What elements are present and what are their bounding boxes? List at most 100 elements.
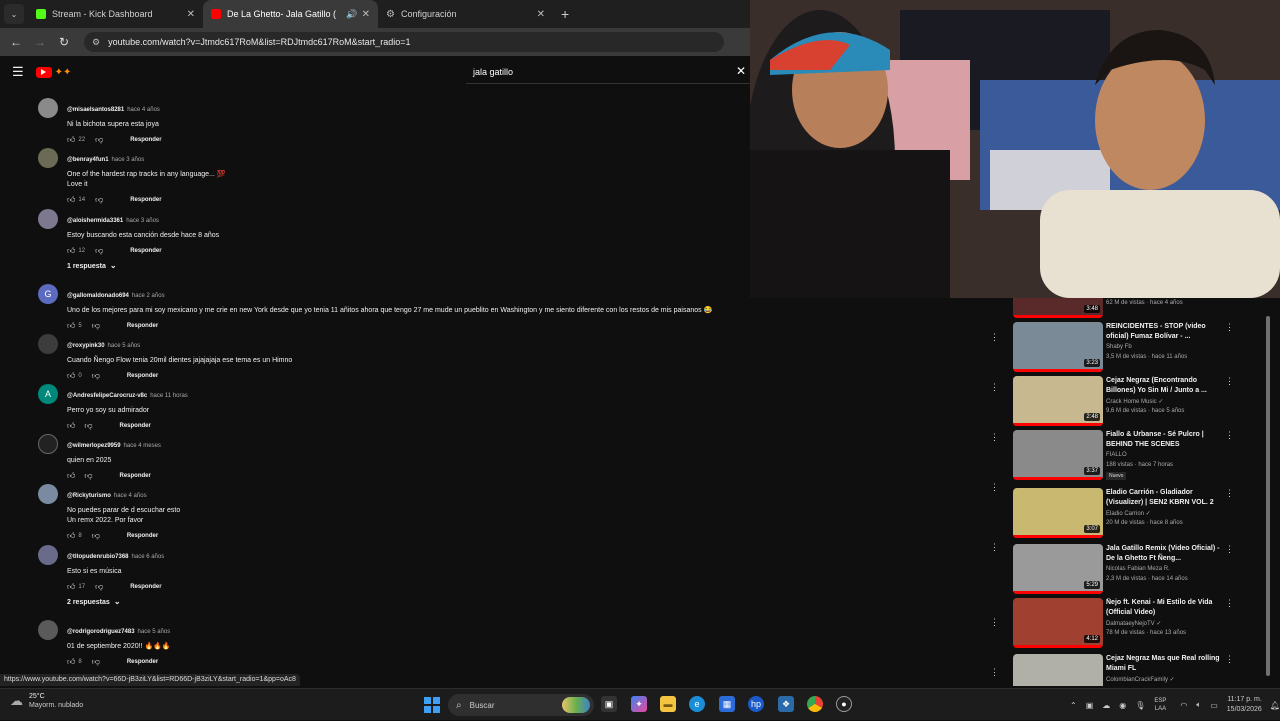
youtube-logo[interactable] bbox=[35, 66, 52, 78]
comment-time[interactable]: hace 5 años bbox=[108, 343, 141, 349]
comment-author[interactable]: @benray4fun1 bbox=[67, 157, 109, 163]
scrollbar[interactable] bbox=[1266, 312, 1272, 682]
video-title[interactable]: Cejaz Negraz (Encontrando Billones) Yo S… bbox=[1106, 376, 1221, 396]
close-tab-icon[interactable]: ✕ bbox=[537, 9, 545, 20]
thumbs-up-icon[interactable]: 👍︎ bbox=[67, 531, 75, 541]
weather-widget[interactable]: ☁ 25°C Mayorm. nublado bbox=[10, 693, 83, 709]
reply-button[interactable]: Responder bbox=[127, 659, 158, 665]
channel-name[interactable]: Crack Home Music ✓ bbox=[1106, 398, 1163, 405]
volume-icon[interactable]: 🔈︎ bbox=[1196, 700, 1201, 710]
cloud-sync-icon[interactable]: ☁ bbox=[1102, 701, 1110, 710]
tab-search-button[interactable]: ⌄ bbox=[4, 4, 24, 24]
avatar[interactable] bbox=[38, 620, 58, 640]
site-info-icon[interactable]: ⚙ bbox=[92, 37, 100, 48]
thumbs-down-icon[interactable]: 👎︎ bbox=[95, 582, 103, 592]
comment-time[interactable]: hace 5 años bbox=[138, 629, 171, 635]
thumbs-up-icon[interactable]: 👍︎ bbox=[67, 421, 75, 431]
video-title[interactable]: Fiallo & Urbanse - Sé Pulcro | BEHIND TH… bbox=[1106, 430, 1221, 450]
channel-name[interactable]: DalmataeyNejoTV ✓ bbox=[1106, 620, 1161, 627]
more-options-icon[interactable]: ⋮ bbox=[990, 332, 999, 343]
notification-bell-icon[interactable]: 🔔︎ bbox=[1270, 701, 1280, 710]
comment-time[interactable]: hace 4 años bbox=[127, 107, 160, 113]
comment-author[interactable]: @Rickyturismo bbox=[67, 493, 111, 499]
comment-time[interactable]: hace 2 años bbox=[132, 293, 165, 299]
avatar[interactable] bbox=[38, 334, 58, 354]
comment-author[interactable]: @titopudenrubio7368 bbox=[67, 554, 129, 560]
more-options-icon[interactable]: ⋮ bbox=[1225, 488, 1234, 499]
speaker-icon[interactable]: 🔊 bbox=[346, 9, 357, 20]
more-options-icon[interactable]: ⋮ bbox=[1225, 376, 1234, 387]
thumbs-down-icon[interactable]: 👎︎ bbox=[92, 531, 100, 541]
video-thumbnail[interactable]: 2:48 bbox=[1013, 376, 1103, 426]
thumbs-down-icon[interactable]: 👎︎ bbox=[95, 135, 103, 145]
thumbs-up-icon[interactable]: 👍︎ bbox=[67, 195, 75, 205]
comment-time[interactable]: hace 4 meses bbox=[124, 443, 161, 449]
edge-icon[interactable]: e bbox=[689, 696, 705, 712]
clear-search-icon[interactable]: ✕ bbox=[736, 64, 746, 78]
avatar[interactable]: G bbox=[38, 284, 58, 304]
address-bar[interactable]: ⚙ youtube.com/watch?v=Jtmdc617RoM&list=R… bbox=[84, 32, 724, 52]
channel-name[interactable]: Shaby Fb bbox=[1106, 344, 1132, 350]
thumbs-up-icon[interactable]: 👍︎ bbox=[67, 582, 75, 592]
reply-button[interactable]: Responder bbox=[130, 197, 161, 203]
comment-author[interactable]: @AndresfelipeCarocruz-v8c bbox=[67, 393, 147, 399]
thumbs-down-icon[interactable]: 👎︎ bbox=[95, 246, 103, 256]
thumbs-up-icon[interactable]: 👍︎ bbox=[67, 246, 75, 256]
recommendation-card[interactable]: 4:12 Ñejo ft. Kenai - Mi Estilo de Vida (… bbox=[1013, 598, 1273, 650]
more-options-icon[interactable]: ⋮ bbox=[1225, 654, 1234, 665]
avatar[interactable] bbox=[38, 545, 58, 565]
taskbar-search[interactable]: ⌕ Buscar bbox=[448, 694, 594, 716]
close-tab-icon[interactable]: ✕ bbox=[187, 9, 195, 20]
thumbs-down-icon[interactable]: 👎︎ bbox=[92, 657, 100, 667]
chevron-up-icon[interactable]: ⌃ bbox=[1070, 701, 1077, 710]
more-options-icon[interactable]: ⋮ bbox=[990, 482, 999, 493]
video-thumbnail[interactable]: 3:07 bbox=[1013, 488, 1103, 538]
recommendation-card[interactable]: 3:23 REINCIDENTES - STOP (video oficial) … bbox=[1013, 322, 1273, 374]
language-indicator[interactable]: ESP LAA bbox=[1154, 697, 1166, 713]
video-thumbnail[interactable] bbox=[1013, 654, 1103, 686]
channel-name[interactable]: Eladio Carrion ✓ bbox=[1106, 510, 1151, 517]
avatar[interactable] bbox=[38, 484, 58, 504]
avatar[interactable] bbox=[38, 148, 58, 168]
show-replies-toggle[interactable]: 1 respuesta ⌄ bbox=[67, 261, 117, 270]
video-thumbnail[interactable]: 3:23 bbox=[1013, 322, 1103, 372]
tab-youtube-video[interactable]: De La Ghetto- Jala Gatillo ( 🔊 ✕ bbox=[203, 0, 378, 28]
more-options-icon[interactable]: ⋮ bbox=[990, 432, 999, 443]
file-explorer-icon[interactable]: ▬ bbox=[660, 696, 676, 712]
comment-time[interactable]: hace 3 años bbox=[126, 218, 159, 224]
reply-button[interactable]: Responder bbox=[127, 373, 158, 379]
avatar[interactable]: A bbox=[38, 384, 58, 404]
forward-arrow-icon[interactable]: → bbox=[30, 35, 50, 49]
avatar[interactable] bbox=[38, 98, 58, 118]
more-options-icon[interactable]: ⋮ bbox=[990, 667, 999, 678]
record-icon[interactable]: ◉ bbox=[1119, 701, 1126, 710]
video-title[interactable]: REINCIDENTES - STOP (video oficial) Fuma… bbox=[1106, 322, 1221, 342]
recommendation-card[interactable]: 3:37 Fiallo & Urbanse - Sé Pulcro | BEHIN… bbox=[1013, 430, 1273, 482]
thumbs-down-icon[interactable]: 👎︎ bbox=[92, 321, 100, 331]
battery-icon[interactable]: ▭ bbox=[1210, 701, 1218, 710]
thumbs-up-icon[interactable]: 👍︎ bbox=[67, 471, 75, 481]
reply-button[interactable]: Responder bbox=[127, 323, 158, 329]
task-view-icon[interactable]: ▣ bbox=[601, 696, 617, 712]
store-icon[interactable]: ▦ bbox=[719, 696, 735, 712]
tray-app-icon[interactable]: ▣ bbox=[1086, 701, 1094, 710]
reload-icon[interactable]: ↻ bbox=[54, 35, 74, 49]
video-title[interactable]: Eladio Carrión - Gladiador (Visualizer) … bbox=[1106, 488, 1221, 508]
recommendation-card[interactable]: 5:29 Jala Gatillo Remix (Video Oficial) -… bbox=[1013, 544, 1273, 596]
video-thumbnail[interactable]: 5:29 bbox=[1013, 544, 1103, 594]
copilot-icon[interactable]: ✦ bbox=[631, 696, 647, 712]
video-thumbnail[interactable]: 4:12 bbox=[1013, 598, 1103, 648]
reply-button[interactable]: Responder bbox=[130, 248, 161, 254]
more-options-icon[interactable]: ⋮ bbox=[990, 617, 999, 628]
reply-button[interactable]: Responder bbox=[130, 584, 161, 590]
comment-time[interactable]: hace 4 años bbox=[114, 493, 147, 499]
new-tab-button[interactable]: + bbox=[561, 6, 569, 22]
comment-author[interactable]: @misaelsantos8281 bbox=[67, 107, 124, 113]
thumbs-down-icon[interactable]: 👎︎ bbox=[95, 195, 103, 205]
avatar[interactable] bbox=[38, 434, 58, 454]
recommendation-card[interactable]: 2:48 Cejaz Negraz (Encontrando Billones) … bbox=[1013, 376, 1273, 428]
comment-author[interactable]: @rodrigorodriguez7483 bbox=[67, 629, 135, 635]
clock[interactable]: 11:17 p. m. 15/03/2026 bbox=[1227, 695, 1262, 715]
comment-author[interactable]: @aloishermida3361 bbox=[67, 218, 123, 224]
back-arrow-icon[interactable]: ← bbox=[6, 35, 26, 49]
